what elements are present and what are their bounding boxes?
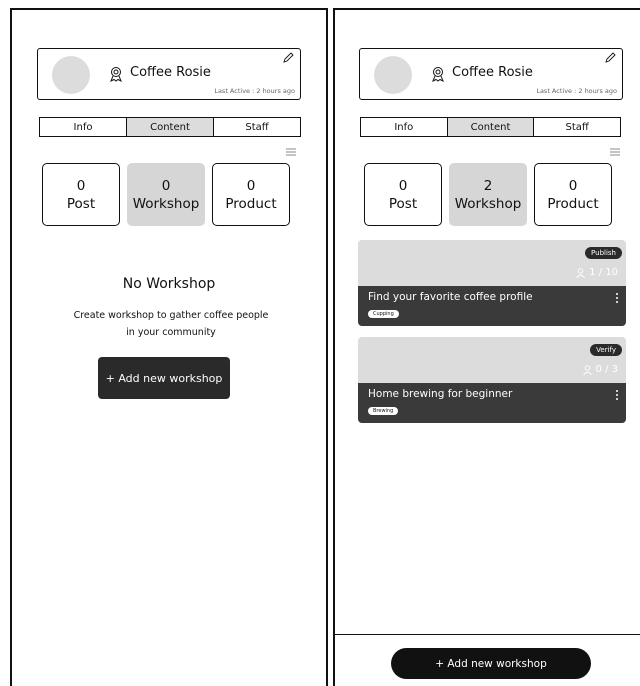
tab-info[interactable]: Info — [40, 118, 127, 136]
edit-pencil-icon[interactable] — [604, 52, 616, 64]
workshop-tag: Cupping — [368, 310, 399, 318]
add-workshop-button[interactable]: + Add new workshop — [98, 357, 230, 399]
profile-tabs: Info Content Staff — [39, 117, 301, 137]
tab-content[interactable]: Content — [127, 118, 214, 136]
badge-icon — [110, 67, 122, 82]
avatar[interactable] — [374, 56, 412, 94]
add-workshop-button[interactable]: + Add new workshop — [391, 648, 591, 679]
more-options-icon[interactable] — [615, 389, 619, 401]
tab-staff[interactable]: Staff — [214, 118, 300, 136]
workshop-title: Find your favorite coffee profile — [368, 291, 533, 303]
stat-product[interactable]: 0 Product — [534, 163, 612, 226]
status-badge: Verify — [590, 344, 622, 356]
participant-count: 0 / 3 — [582, 364, 618, 375]
shop-name: Coffee Rosie — [130, 65, 211, 80]
workshop-tag: Brewing — [368, 407, 399, 415]
workshop-list-screen: Coffee Rosie Last Active : 2 hours ago I… — [333, 8, 640, 686]
last-active-text: Last Active : 2 hours ago — [536, 87, 617, 95]
stat-workshop[interactable]: 2 Workshop — [449, 163, 527, 226]
content-stats: 0 Post 0 Workshop 0 Product — [42, 163, 290, 226]
workshop-card[interactable]: Verify 0 / 3 Home brewing for beginner B… — [358, 337, 626, 423]
workshop-info-bar: Home brewing for beginner Brewing — [358, 383, 626, 423]
more-options-icon[interactable] — [615, 292, 619, 304]
status-badge: Publish — [585, 247, 622, 259]
person-icon — [576, 267, 586, 278]
workshop-title: Home brewing for beginner — [368, 388, 513, 400]
stat-post[interactable]: 0 Post — [42, 163, 120, 226]
stat-product[interactable]: 0 Product — [212, 163, 290, 226]
tab-info[interactable]: Info — [361, 118, 448, 136]
menu-icon[interactable] — [610, 148, 620, 156]
profile-card: Coffee Rosie Last Active : 2 hours ago — [37, 48, 301, 100]
stat-post[interactable]: 0 Post — [364, 163, 442, 226]
tab-staff[interactable]: Staff — [534, 118, 620, 136]
empty-state-title: No Workshop — [122, 276, 216, 292]
person-icon — [582, 364, 592, 375]
stat-workshop[interactable]: 0 Workshop — [127, 163, 205, 226]
content-stats: 0 Post 2 Workshop 0 Product — [364, 163, 612, 226]
workshop-info-bar: Find your favorite coffee profile Cuppin… — [358, 286, 626, 326]
avatar[interactable] — [52, 56, 90, 94]
tab-content[interactable]: Content — [447, 118, 535, 136]
profile-card: Coffee Rosie Last Active : 2 hours ago — [359, 48, 623, 100]
shop-name: Coffee Rosie — [452, 65, 533, 80]
bottom-action-bar: + Add new workshop — [335, 634, 640, 686]
empty-state-description: Create workshop to gather coffee people … — [73, 310, 269, 338]
participant-count: 1 / 10 — [576, 267, 618, 278]
workshop-card[interactable]: Publish 1 / 10 Find your favorite coffee… — [358, 240, 626, 326]
menu-icon[interactable] — [286, 148, 296, 156]
badge-icon — [432, 67, 444, 82]
last-active-text: Last Active : 2 hours ago — [214, 87, 295, 95]
profile-tabs: Info Content Staff — [360, 117, 621, 137]
empty-workshop-screen: Coffee Rosie Last Active : 2 hours ago I… — [10, 8, 328, 686]
edit-pencil-icon[interactable] — [282, 52, 294, 64]
